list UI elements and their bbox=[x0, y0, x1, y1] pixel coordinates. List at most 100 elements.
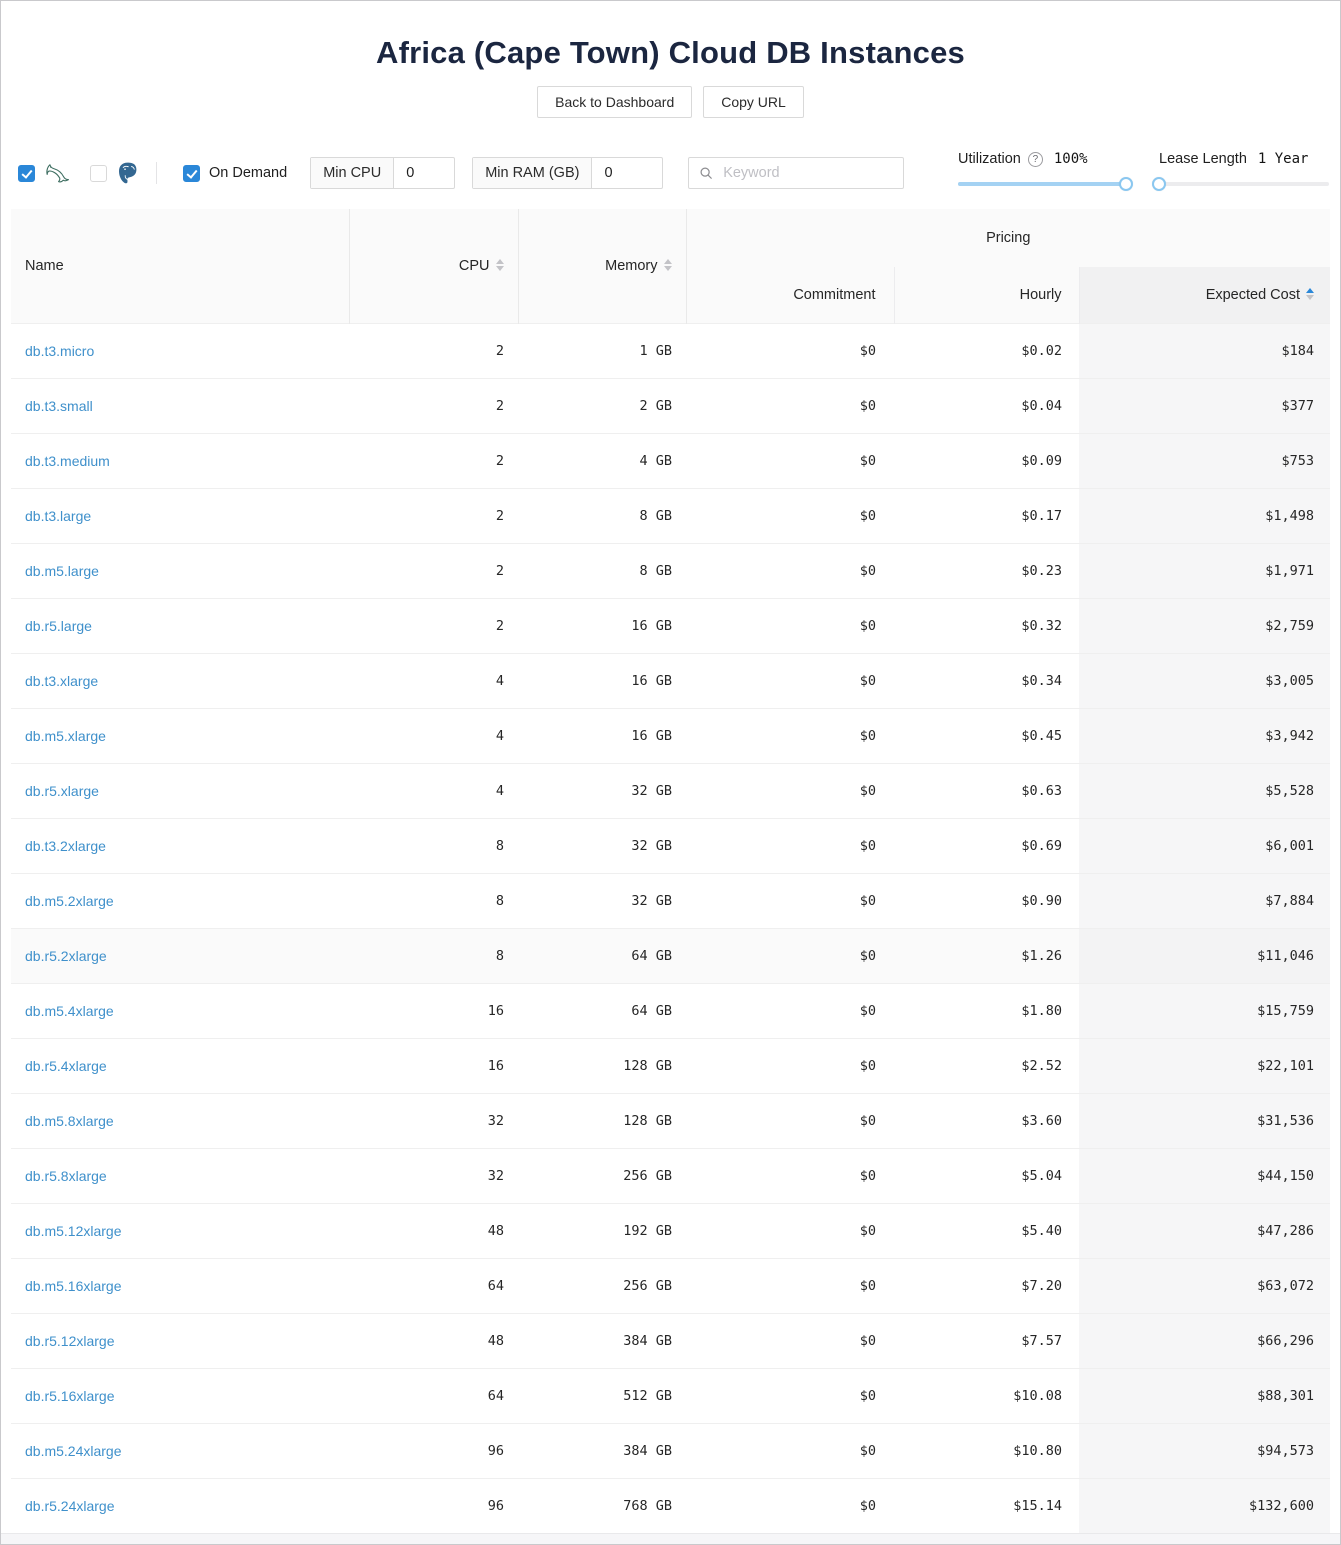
min-cpu-group: Min CPU bbox=[310, 157, 455, 189]
table-row[interactable]: db.r5.xlarge432 GB$0$0.63$5,528 bbox=[11, 763, 1330, 818]
help-circle-icon[interactable]: ? bbox=[1028, 152, 1043, 167]
table-row[interactable]: db.m5.16xlarge64256 GB$0$7.20$63,072 bbox=[11, 1258, 1330, 1313]
min-ram-input[interactable] bbox=[592, 158, 662, 188]
instance-name-link[interactable]: db.t3.xlarge bbox=[25, 673, 98, 689]
column-header-memory[interactable]: Memory bbox=[518, 209, 686, 323]
memory-value: 1 GB bbox=[518, 323, 686, 378]
instance-name-link[interactable]: db.r5.8xlarge bbox=[25, 1168, 107, 1184]
search-icon bbox=[699, 166, 713, 180]
min-cpu-label: Min CPU bbox=[311, 158, 394, 188]
column-header-hourly: Hourly bbox=[894, 267, 1079, 323]
column-header-name: Name bbox=[11, 209, 349, 323]
cpu-value: 32 bbox=[349, 1093, 518, 1148]
hourly-value: $7.20 bbox=[894, 1258, 1079, 1313]
table-row[interactable]: db.m5.large28 GB$0$0.23$1,971 bbox=[11, 543, 1330, 598]
table-row[interactable]: db.m5.2xlarge832 GB$0$0.90$7,884 bbox=[11, 873, 1330, 928]
hourly-value: $7.57 bbox=[894, 1313, 1079, 1368]
hourly-value: $5.40 bbox=[894, 1203, 1079, 1258]
instance-name-link[interactable]: db.t3.small bbox=[25, 398, 93, 414]
instance-name-link[interactable]: db.m5.large bbox=[25, 563, 99, 579]
memory-value: 8 GB bbox=[518, 488, 686, 543]
column-header-expected-cost[interactable]: Expected Cost bbox=[1079, 267, 1330, 323]
commitment-value: $0 bbox=[686, 1148, 894, 1203]
postgresql-checkbox[interactable] bbox=[90, 165, 107, 182]
table-row[interactable]: db.m5.12xlarge48192 GB$0$5.40$47,286 bbox=[11, 1203, 1330, 1258]
commitment-value: $0 bbox=[686, 1313, 894, 1368]
instance-name-link[interactable]: db.r5.16xlarge bbox=[25, 1388, 115, 1404]
memory-value: 256 GB bbox=[518, 1258, 686, 1313]
expected-cost-value: $94,573 bbox=[1079, 1423, 1330, 1478]
instance-name-link[interactable]: db.r5.12xlarge bbox=[25, 1333, 115, 1349]
utilization-slider-thumb[interactable] bbox=[1119, 177, 1133, 191]
instance-name-link[interactable]: db.r5.24xlarge bbox=[25, 1498, 115, 1514]
keyword-input[interactable] bbox=[721, 164, 893, 182]
instance-name-link[interactable]: db.t3.2xlarge bbox=[25, 838, 106, 854]
commitment-value: $0 bbox=[686, 1038, 894, 1093]
table-row[interactable]: db.r5.16xlarge64512 GB$0$10.08$88,301 bbox=[11, 1368, 1330, 1423]
table-row[interactable]: db.r5.large216 GB$0$0.32$2,759 bbox=[11, 598, 1330, 653]
table-row[interactable]: db.m5.4xlarge1664 GB$0$1.80$15,759 bbox=[11, 983, 1330, 1038]
table-row[interactable]: db.r5.24xlarge96768 GB$0$15.14$132,600 bbox=[11, 1478, 1330, 1533]
cpu-value: 64 bbox=[349, 1258, 518, 1313]
filter-divider bbox=[156, 162, 157, 184]
commitment-value: $0 bbox=[686, 653, 894, 708]
table-row[interactable]: db.t3.xlarge416 GB$0$0.34$3,005 bbox=[11, 653, 1330, 708]
expected-cost-value: $3,005 bbox=[1079, 653, 1330, 708]
table-row[interactable]: db.r5.12xlarge48384 GB$0$7.57$66,296 bbox=[11, 1313, 1330, 1368]
mysql-dolphin-icon bbox=[44, 162, 72, 185]
hourly-value: $0.02 bbox=[894, 323, 1079, 378]
instance-name-link[interactable]: db.m5.2xlarge bbox=[25, 893, 114, 909]
back-to-dashboard-button[interactable]: Back to Dashboard bbox=[537, 86, 692, 118]
table-body: db.t3.micro21 GB$0$0.02$184db.t3.small22… bbox=[11, 323, 1330, 1533]
hourly-value: $0.34 bbox=[894, 653, 1079, 708]
instance-name-link[interactable]: db.m5.12xlarge bbox=[25, 1223, 122, 1239]
expected-cost-value: $6,001 bbox=[1079, 818, 1330, 873]
commitment-value: $0 bbox=[686, 818, 894, 873]
table-row[interactable]: db.t3.small22 GB$0$0.04$377 bbox=[11, 378, 1330, 433]
on-demand-checkbox[interactable] bbox=[183, 165, 200, 182]
instance-name-link[interactable]: db.m5.xlarge bbox=[25, 728, 106, 744]
instance-name-link[interactable]: db.r5.xlarge bbox=[25, 783, 99, 799]
instance-name-link[interactable]: db.t3.medium bbox=[25, 453, 110, 469]
table-row[interactable]: db.r5.4xlarge16128 GB$0$2.52$22,101 bbox=[11, 1038, 1330, 1093]
instance-name-link[interactable]: db.r5.large bbox=[25, 618, 92, 634]
expected-cost-value: $1,498 bbox=[1079, 488, 1330, 543]
hourly-value: $0.09 bbox=[894, 433, 1079, 488]
instance-name-link[interactable]: db.t3.large bbox=[25, 508, 91, 524]
utilization-slider[interactable] bbox=[958, 177, 1126, 191]
memory-value: 384 GB bbox=[518, 1423, 686, 1478]
instance-name-link[interactable]: db.m5.4xlarge bbox=[25, 1003, 114, 1019]
cpu-value: 2 bbox=[349, 433, 518, 488]
commitment-value: $0 bbox=[686, 378, 894, 433]
instance-name-link[interactable]: db.t3.micro bbox=[25, 343, 94, 359]
cpu-value: 2 bbox=[349, 543, 518, 598]
mysql-checkbox[interactable] bbox=[18, 165, 35, 182]
expected-cost-value: $15,759 bbox=[1079, 983, 1330, 1038]
instance-name-link[interactable]: db.m5.8xlarge bbox=[25, 1113, 114, 1129]
commitment-value: $0 bbox=[686, 323, 894, 378]
min-cpu-input[interactable] bbox=[394, 158, 454, 188]
instance-name-link[interactable]: db.r5.2xlarge bbox=[25, 948, 107, 964]
copy-url-button[interactable]: Copy URL bbox=[703, 86, 804, 118]
table-row[interactable]: db.t3.micro21 GB$0$0.02$184 bbox=[11, 323, 1330, 378]
lease-length-slider-thumb[interactable] bbox=[1152, 177, 1166, 191]
lease-length-slider[interactable] bbox=[1159, 177, 1329, 191]
instance-name-link[interactable]: db.r5.4xlarge bbox=[25, 1058, 107, 1074]
table-row[interactable]: db.t3.2xlarge832 GB$0$0.69$6,001 bbox=[11, 818, 1330, 873]
commitment-value: $0 bbox=[686, 598, 894, 653]
table-row[interactable]: db.m5.24xlarge96384 GB$0$10.80$94,573 bbox=[11, 1423, 1330, 1478]
table-row[interactable]: db.t3.large28 GB$0$0.17$1,498 bbox=[11, 488, 1330, 543]
instance-name-link[interactable]: db.m5.16xlarge bbox=[25, 1278, 122, 1294]
table-row[interactable]: db.t3.medium24 GB$0$0.09$753 bbox=[11, 433, 1330, 488]
cpu-value: 96 bbox=[349, 1478, 518, 1533]
table-row[interactable]: db.m5.xlarge416 GB$0$0.45$3,942 bbox=[11, 708, 1330, 763]
bottom-scrollbar-track[interactable] bbox=[1, 1533, 1340, 1544]
table-row[interactable]: db.r5.2xlarge864 GB$0$1.26$11,046 bbox=[11, 928, 1330, 983]
instances-table: Name CPU Memory Pricing Commitment Hourl… bbox=[11, 209, 1330, 1534]
hourly-value: $3.60 bbox=[894, 1093, 1079, 1148]
hourly-value: $1.26 bbox=[894, 928, 1079, 983]
instance-name-link[interactable]: db.m5.24xlarge bbox=[25, 1443, 122, 1459]
column-header-cpu[interactable]: CPU bbox=[349, 209, 518, 323]
table-row[interactable]: db.r5.8xlarge32256 GB$0$5.04$44,150 bbox=[11, 1148, 1330, 1203]
table-row[interactable]: db.m5.8xlarge32128 GB$0$3.60$31,536 bbox=[11, 1093, 1330, 1148]
